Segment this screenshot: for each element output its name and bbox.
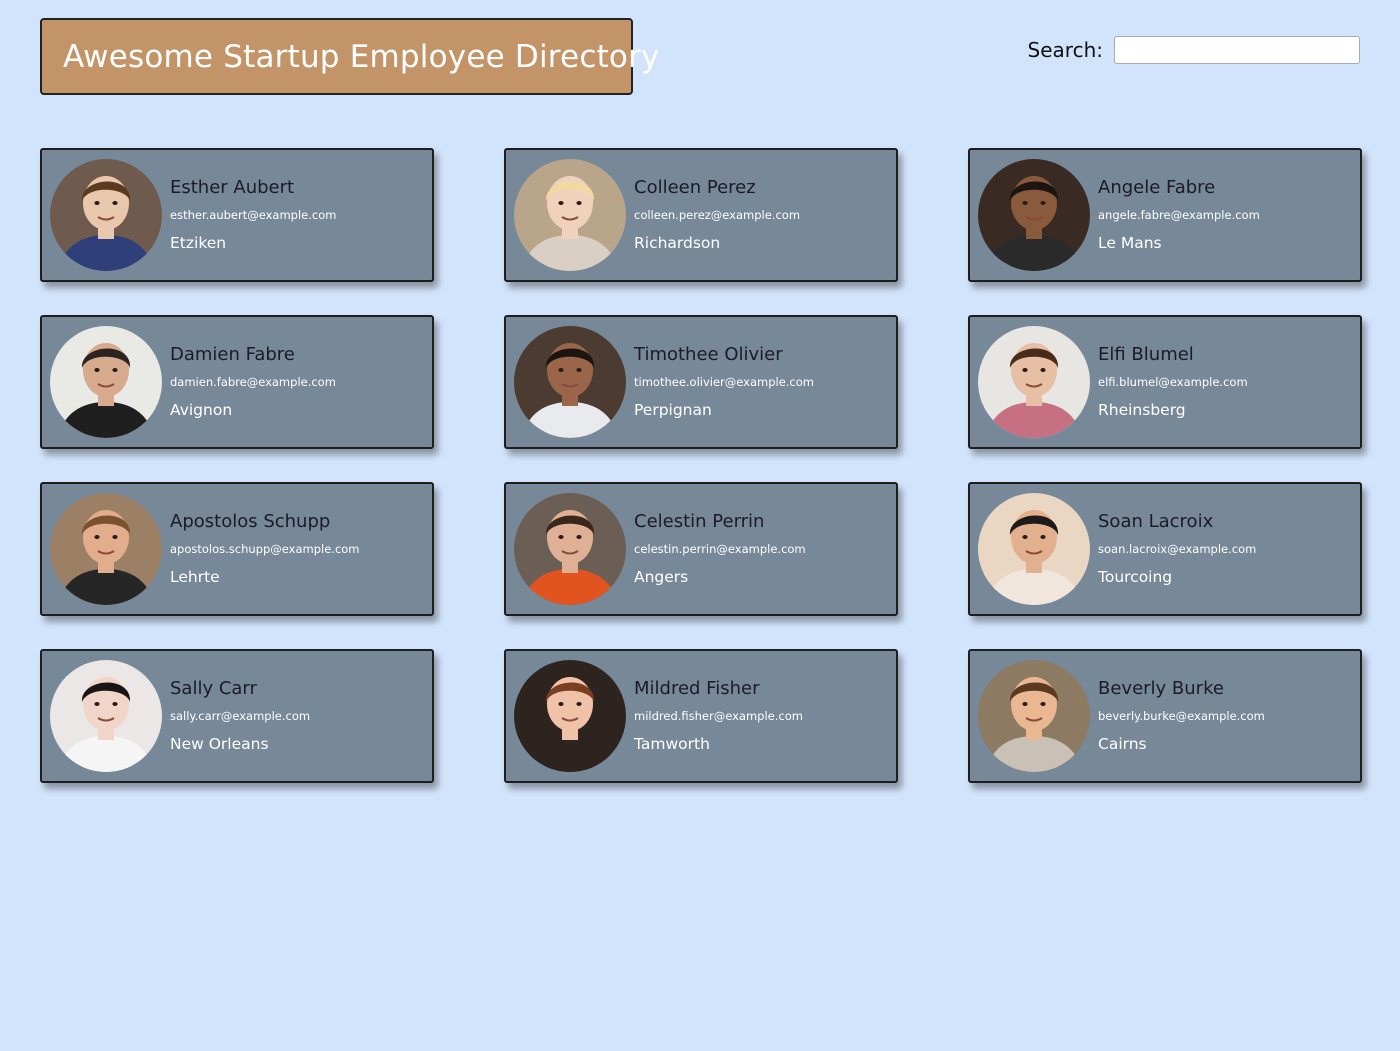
avatar <box>978 159 1090 271</box>
avatar <box>50 493 162 605</box>
avatar <box>514 493 626 605</box>
employee-name: Esther Aubert <box>170 177 295 198</box>
employee-info: Angele Fabre angele.fabre@example.com Le M… <box>1098 177 1260 253</box>
employee-city: Lehrte <box>170 568 220 586</box>
employee-card[interactable]: Celestin Perrin celestin.perrin@example.c… <box>504 482 898 616</box>
employee-info: Soan Lacroix soan.lacroix@example.com Tour… <box>1098 511 1256 587</box>
employee-card[interactable]: Mildred Fisher mildred.fisher@example.com… <box>504 649 898 783</box>
employee-grid: Esther Aubert esther.aubert@example.com Et… <box>40 148 1362 783</box>
employee-city: Angers <box>634 568 689 586</box>
avatar <box>50 159 162 271</box>
employee-name: Sally Carr <box>170 678 257 699</box>
employee-name: Celestin Perrin <box>634 511 765 532</box>
employee-city: Rheinsberg <box>1098 401 1186 419</box>
employee-name: Timothee Olivier <box>634 344 783 365</box>
employee-info: Beverly Burke beverly.burke@example.com Ca… <box>1098 678 1265 754</box>
employee-name: Colleen Perez <box>634 177 756 198</box>
search-input[interactable] <box>1114 36 1360 64</box>
avatar <box>514 159 626 271</box>
employee-info: Damien Fabre damien.fabre@example.com Avig… <box>170 344 336 420</box>
employee-info: Apostolos Schupp apostolos.schupp@example… <box>170 511 360 587</box>
employee-email: celestin.perrin@example.com <box>634 542 806 556</box>
page-header: Awesome Startup Employee Directory <box>40 18 659 95</box>
employee-info: Elfi Blumel elfi.blumel@example.com Rheins… <box>1098 344 1248 420</box>
employee-email: timothee.olivier@example.com <box>634 375 814 389</box>
employee-card[interactable]: Apostolos Schupp apostolos.schupp@example… <box>40 482 434 616</box>
employee-card[interactable]: Beverly Burke beverly.burke@example.com Ca… <box>968 649 1362 783</box>
employee-city: Perpignan <box>634 401 712 419</box>
employee-email: angele.fabre@example.com <box>1098 208 1260 222</box>
avatar <box>978 326 1090 438</box>
employee-name: Elfi Blumel <box>1098 344 1194 365</box>
search-label: Search: <box>1027 38 1103 62</box>
employee-name: Soan Lacroix <box>1098 511 1214 532</box>
employee-name: Apostolos Schupp <box>170 511 331 532</box>
employee-city: Le Mans <box>1098 234 1162 252</box>
employee-info: Esther Aubert esther.aubert@example.com Et… <box>170 177 336 253</box>
avatar <box>978 660 1090 772</box>
employee-email: soan.lacroix@example.com <box>1098 542 1257 556</box>
employee-email: elfi.blumel@example.com <box>1098 375 1248 389</box>
employee-card[interactable]: Elfi Blumel elfi.blumel@example.com Rheins… <box>968 315 1362 449</box>
employee-card[interactable]: Esther Aubert esther.aubert@example.com Et… <box>40 148 434 282</box>
avatar <box>50 326 162 438</box>
employee-info: Celestin Perrin celestin.perrin@example.c… <box>634 511 806 587</box>
employee-city: Cairns <box>1098 735 1147 753</box>
employee-city: Etziken <box>170 234 227 252</box>
employee-card[interactable]: Colleen Perez colleen.perez@example.com Ri… <box>504 148 898 282</box>
employee-email: damien.fabre@example.com <box>170 375 336 389</box>
employee-info: Colleen Perez colleen.perez@example.com Ri… <box>634 177 800 253</box>
employee-city: Tamworth <box>634 735 710 753</box>
employee-email: colleen.perez@example.com <box>634 208 801 222</box>
employee-card[interactable]: Sally Carr sally.carr@example.com New Orle… <box>40 649 434 783</box>
employee-email: beverly.burke@example.com <box>1098 709 1265 723</box>
avatar <box>978 493 1090 605</box>
employee-info: Timothee Olivier timothee.olivier@example… <box>634 344 814 420</box>
employee-city: Avignon <box>170 401 233 419</box>
employee-city: Tourcoing <box>1098 568 1173 586</box>
page-title: Awesome Startup Employee Directory <box>63 38 660 75</box>
employee-name: Angele Fabre <box>1098 177 1216 198</box>
employee-card[interactable]: Soan Lacroix soan.lacroix@example.com Tour… <box>968 482 1362 616</box>
employee-card[interactable]: Angele Fabre angele.fabre@example.com Le M… <box>968 148 1362 282</box>
employee-name: Damien Fabre <box>170 344 295 365</box>
employee-city: New Orleans <box>170 735 269 753</box>
employee-name: Beverly Burke <box>1098 678 1224 699</box>
avatar <box>514 660 626 772</box>
avatar <box>514 326 626 438</box>
employee-card[interactable]: Damien Fabre damien.fabre@example.com Avig… <box>40 315 434 449</box>
employee-card[interactable]: Timothee Olivier timothee.olivier@example… <box>504 315 898 449</box>
search-bar: Search: <box>1028 36 1360 64</box>
employee-info: Sally Carr sally.carr@example.com New Orle… <box>170 678 310 754</box>
employee-info: Mildred Fisher mildred.fisher@example.com… <box>634 678 803 754</box>
employee-email: esther.aubert@example.com <box>170 208 337 222</box>
employee-email: mildred.fisher@example.com <box>634 709 803 723</box>
employee-email: apostolos.schupp@example.com <box>170 542 360 556</box>
avatar <box>50 660 162 772</box>
employee-email: sally.carr@example.com <box>170 709 311 723</box>
employee-name: Mildred Fisher <box>634 678 760 699</box>
employee-city: Richardson <box>634 234 721 252</box>
